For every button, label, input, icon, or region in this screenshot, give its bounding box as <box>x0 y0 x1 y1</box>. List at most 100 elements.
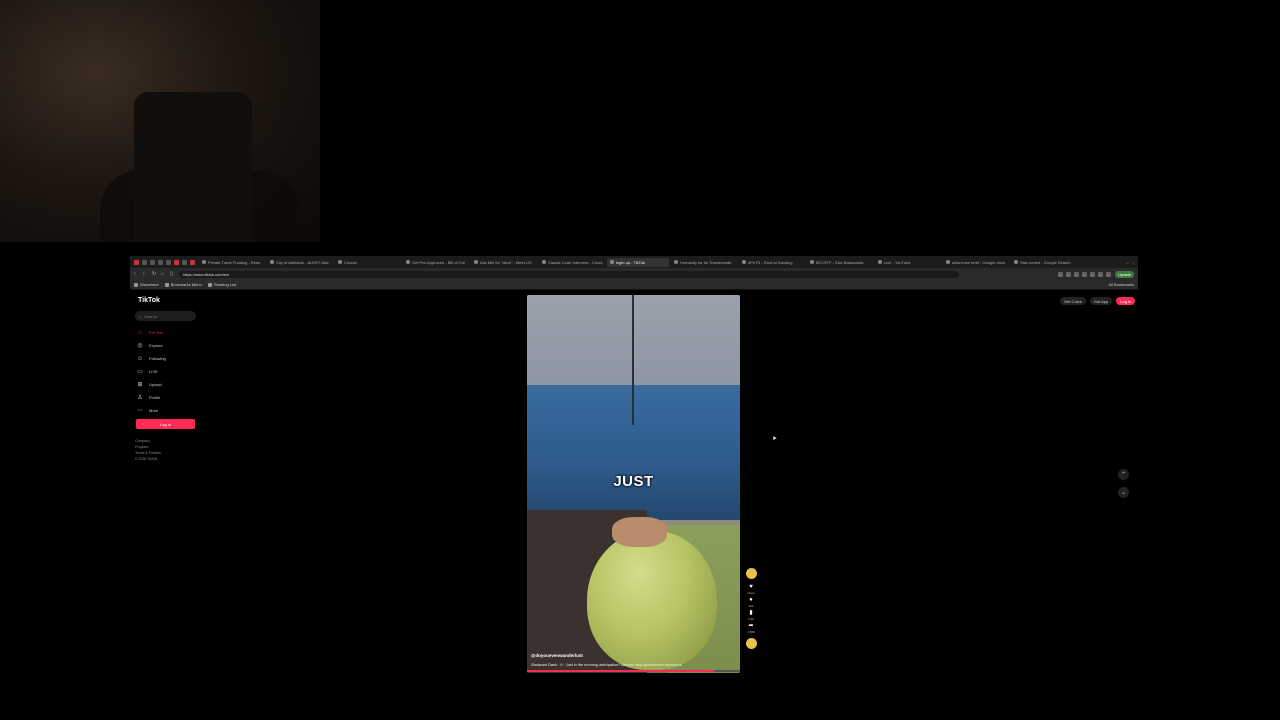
next-video-button[interactable]: ⌄ <box>1118 487 1129 498</box>
webcam-chair <box>134 92 252 242</box>
sidebar-item-label: Profile <box>149 395 161 400</box>
get-coins-button[interactable]: Get Coins <box>1060 297 1086 305</box>
tab-label: BTCSTF - Kick Backwards <box>816 259 864 265</box>
action-list: ♥ None ● 161 ▮ 1,3k ➦ 1,658 <box>747 584 755 636</box>
heart-button[interactable]: ♥ None <box>747 584 755 595</box>
extension-icon[interactable] <box>1066 271 1072 277</box>
bookmark-folder-icon <box>134 282 138 287</box>
back-icon[interactable]: ‹ <box>134 271 139 277</box>
browser-tab[interactable]: Live - YouTube <box>875 258 941 267</box>
bookmark-button[interactable]: ▮ 1,3k <box>747 610 755 621</box>
sidebar-item-label: More <box>149 408 159 413</box>
bookmark-item[interactable]: Reading List <box>207 282 236 287</box>
search-input[interactable]: ⌕ Search <box>135 311 196 321</box>
bookmark-list: Elsewhere Bookmarks Menu Reading List <box>134 282 236 287</box>
address-bar[interactable]: https://www.tiktok.com/en/ <box>179 270 959 278</box>
action-count: 1,658 <box>747 630 755 634</box>
extension-icon[interactable] <box>1074 271 1080 277</box>
split-view-icon[interactable]: ▯ <box>170 271 175 277</box>
pinned-tab-icon[interactable] <box>166 259 171 265</box>
share-icon: ➦ <box>748 623 754 629</box>
action-count: 1,3k <box>748 617 754 621</box>
sidebar-item-live[interactable]: ▭ LIVE <box>137 365 197 378</box>
tiktok-logo[interactable]: TikTok <box>138 297 160 304</box>
video-caption: JUST <box>613 473 654 490</box>
bookmarks-bar: Elsewhere Bookmarks Menu Reading List All … <box>130 280 1138 290</box>
video-frame-zip <box>632 295 634 425</box>
tab-group-icon[interactable] <box>150 259 155 265</box>
home-button-icon[interactable]: ⌂ <box>161 271 166 277</box>
all-bookmarks-link[interactable]: All Bookmarks <box>1108 282 1134 287</box>
sidebar-item-more[interactable]: ⋯ More <box>137 404 197 417</box>
browser-tab[interactable]: #PeTS - Roof at Sanding <box>739 258 805 267</box>
video-progress-bar[interactable] <box>527 670 740 672</box>
browser-tab[interactable]: Claude Code Interview - Cloud <box>539 258 605 267</box>
extension-icon[interactable] <box>1058 271 1064 277</box>
pinned-tab-icon[interactable] <box>182 259 187 265</box>
music-disc-icon[interactable] <box>745 638 757 649</box>
extension-icon[interactable] <box>1090 271 1096 277</box>
header-login-button[interactable]: Log in <box>1116 297 1136 305</box>
sidebar-login-button[interactable]: Log in <box>136 419 195 429</box>
get-app-button[interactable]: Get App <box>1089 297 1113 305</box>
extension-icon[interactable] <box>1098 271 1104 277</box>
browser-tab[interactable]: Humanity for Its Transformati <box>671 258 737 267</box>
chevron-up-icon: ⌃ <box>1120 472 1127 478</box>
browser-tab[interactable]: Private Trade Funding - Rese <box>199 258 265 267</box>
close-window-icon[interactable] <box>134 259 139 265</box>
minimize-icon[interactable]: – <box>1126 260 1128 265</box>
tab-favicon-icon <box>202 260 206 264</box>
pinned-tab-icon[interactable] <box>190 259 195 265</box>
share-button[interactable]: ➦ 1,658 <box>747 623 755 634</box>
sidebar-item-upload[interactable]: ⊞ Upload <box>137 378 197 391</box>
tab-label: Clouds <box>344 259 357 265</box>
webcam-overlay <box>0 0 320 242</box>
bookmark-item[interactable]: Elsewhere <box>134 282 159 287</box>
window-buttons: – ▫ <box>1126 260 1138 265</box>
bookmark-folder-icon <box>164 282 169 287</box>
sidebar-item-explore[interactable]: ◎ Explore <box>137 339 197 352</box>
profile-icon: ♙ <box>137 394 143 401</box>
action-count: None <box>747 591 755 595</box>
tab-favicon-icon <box>542 260 546 264</box>
video-author[interactable]: @doyouevenwanderlust <box>531 653 583 658</box>
creator-avatar[interactable] <box>745 568 757 579</box>
tab-label: Get Pre-Approved - Bill of Cre <box>412 259 466 265</box>
browser-tab[interactable]: login up - TikTok <box>607 257 669 267</box>
footer-link[interactable]: © 2025 TikTok <box>135 456 161 462</box>
browser-tab[interactable]: Stat control - Google Search <box>1011 258 1077 267</box>
pinned-tab-icon[interactable] <box>174 259 179 265</box>
browser-tab[interactable]: City of Adelanto - ALERT Mac <box>267 258 333 267</box>
sidebar-item-for-you[interactable]: ⌂ For You <box>137 326 197 339</box>
browser-tab[interactable]: Clouds <box>335 258 401 267</box>
browser-tab[interactable]: Get Pre-Approved - Bill of Cre <box>403 258 469 267</box>
pinned-tab-icon[interactable] <box>158 259 163 265</box>
header-actions: Get Coins Get App Log in <box>1060 297 1136 305</box>
maximize-icon[interactable]: ▫ <box>1133 260 1134 265</box>
browser-tab[interactable]: adberrose brief - Google docs <box>943 258 1009 267</box>
video-frame-hands <box>612 517 667 547</box>
browser-tab[interactable]: Ask Mei for "deck" - Meet US <box>471 258 537 267</box>
update-button[interactable]: Update <box>1115 270 1134 278</box>
sidebar-item-following[interactable]: ☺ Following <box>137 352 197 365</box>
bookmark-item[interactable]: Bookmarks Menu <box>164 282 202 287</box>
sidebar-item-label: Explore <box>149 343 163 348</box>
tab-bar: Private Trade Funding - Rese City of Adel… <box>130 256 1138 268</box>
forward-icon[interactable]: › <box>143 271 148 277</box>
chevron-down-icon: ⌄ <box>1120 490 1127 496</box>
sidebar-item-label: LIVE <box>149 369 158 374</box>
address-url: https://www.tiktok.com/en/ <box>183 271 230 277</box>
comment-button[interactable]: ● 161 <box>747 597 755 608</box>
sidebar-item-profile[interactable]: ♙ Profile <box>137 391 197 404</box>
reload-icon[interactable]: ↻ <box>152 271 157 277</box>
previous-video-button[interactable]: ⌃ <box>1118 469 1129 480</box>
tab-label: adberrose brief - Google docs <box>952 259 1005 265</box>
browser-tab[interactable]: BTCSTF - Kick Backwards <box>807 258 873 267</box>
sidebar-toggle-icon[interactable] <box>142 259 147 265</box>
video-player[interactable]: JUST @doyouevenwanderlust Starlaced Dank… <box>527 295 740 673</box>
upload-icon: ⊞ <box>137 381 143 388</box>
extension-icon[interactable] <box>1106 271 1112 277</box>
bookmark-label: Bookmarks Menu <box>170 282 202 287</box>
extension-icon[interactable] <box>1082 271 1088 277</box>
tab-label: Claude Code Interview - Cloud <box>548 259 603 265</box>
